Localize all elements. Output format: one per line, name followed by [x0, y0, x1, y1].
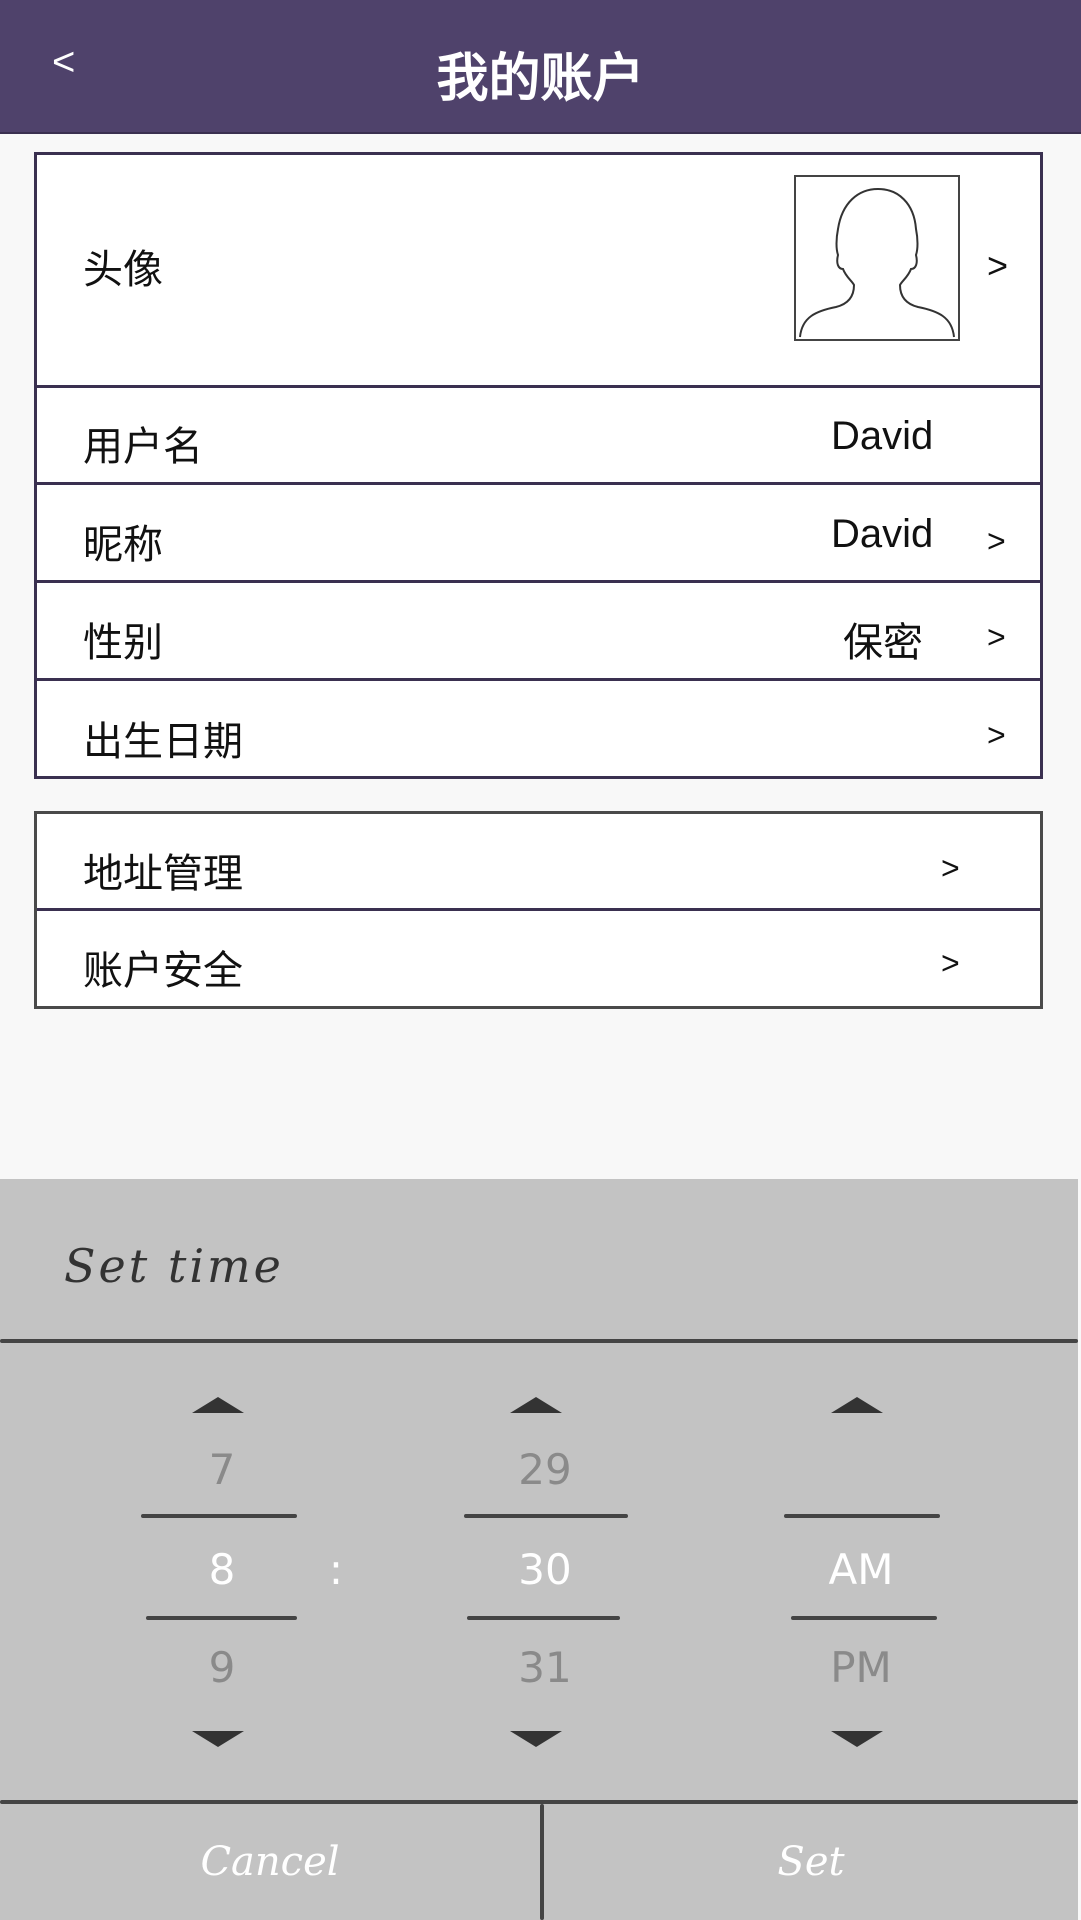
hour-next[interactable]: 9	[142, 1643, 302, 1692]
hour-selected[interactable]: 8	[142, 1545, 302, 1594]
minute-up-arrow-icon[interactable]	[510, 1397, 562, 1413]
hour-down-arrow-icon[interactable]	[192, 1731, 244, 1747]
ampm-divider-top	[784, 1514, 940, 1518]
username-value: David	[831, 414, 934, 458]
ampm-up-arrow-icon[interactable]	[831, 1397, 883, 1413]
gender-value: 保密	[843, 621, 923, 665]
username-label: 用户名	[83, 425, 203, 469]
hour-up-arrow-icon[interactable]	[192, 1397, 244, 1413]
profile-group: 头像 > 用户名 David 昵称 David > 性别 保密 > 出生日期 >	[34, 152, 1043, 779]
birthday-chevron-icon: >	[987, 717, 1006, 753]
set-button[interactable]: Set	[544, 1804, 1078, 1920]
security-chevron-icon: >	[941, 945, 960, 981]
address-label: 地址管理	[83, 852, 243, 896]
page-title: 我的账户	[436, 50, 645, 108]
gender-label: 性别	[83, 621, 163, 665]
username-row: 用户名 David	[37, 388, 1040, 485]
hour-divider-top	[141, 1514, 297, 1518]
ampm-selected[interactable]: AM	[781, 1545, 941, 1594]
ampm-divider-bottom	[791, 1616, 937, 1620]
minute-divider-bottom	[467, 1616, 620, 1620]
title-divider	[0, 1339, 1078, 1343]
avatar-row[interactable]: 头像 >	[37, 155, 1040, 388]
security-label: 账户安全	[83, 949, 243, 993]
nickname-chevron-icon: >	[987, 523, 1006, 559]
minute-prev[interactable]: 29	[465, 1445, 625, 1494]
avatar-chevron-icon: >	[987, 245, 1009, 286]
birthday-label: 出生日期	[83, 720, 243, 764]
picker-title: Set time	[64, 1239, 284, 1293]
security-row[interactable]: 账户安全 >	[37, 911, 1040, 1006]
header-bar: < 我的账户	[0, 0, 1081, 134]
time-separator: :	[328, 1545, 344, 1594]
birthday-row[interactable]: 出生日期 >	[37, 681, 1040, 776]
address-chevron-icon: >	[941, 850, 960, 886]
minute-divider-top	[464, 1514, 628, 1518]
nickname-label: 昵称	[83, 523, 163, 567]
ampm-down-arrow-icon[interactable]	[831, 1731, 883, 1747]
ampm-next[interactable]: PM	[781, 1643, 941, 1692]
cancel-button[interactable]: Cancel	[0, 1804, 540, 1920]
gender-row[interactable]: 性别 保密 >	[37, 583, 1040, 681]
hour-divider-bottom	[146, 1616, 297, 1620]
minute-down-arrow-icon[interactable]	[510, 1731, 562, 1747]
gender-chevron-icon: >	[987, 619, 1006, 655]
address-row[interactable]: 地址管理 >	[37, 814, 1040, 911]
minute-selected[interactable]: 30	[465, 1545, 625, 1594]
settings-group: 地址管理 > 账户安全 >	[34, 811, 1043, 1009]
hour-prev[interactable]: 7	[142, 1445, 302, 1494]
nickname-row[interactable]: 昵称 David >	[37, 485, 1040, 583]
nickname-value: David	[831, 512, 934, 556]
minute-next[interactable]: 31	[465, 1643, 625, 1692]
avatar[interactable]	[794, 175, 960, 341]
avatar-label: 头像	[83, 248, 163, 292]
person-silhouette-icon	[799, 187, 955, 338]
